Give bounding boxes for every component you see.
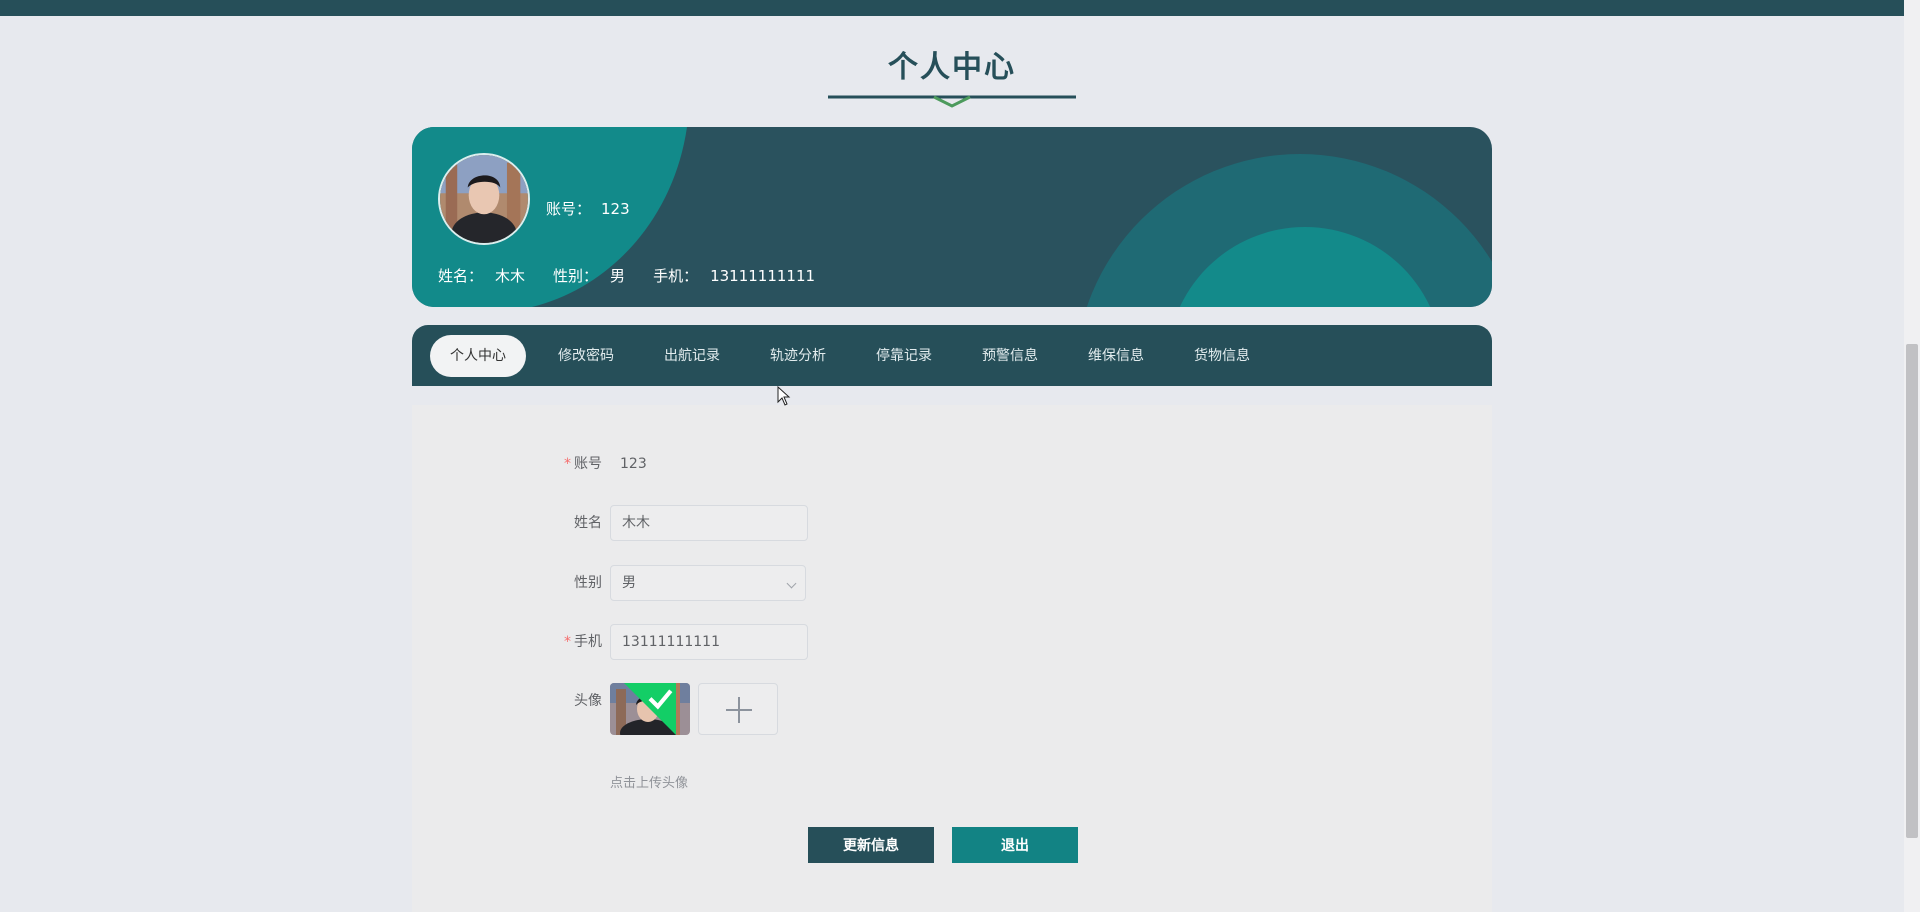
profile-gender: 性别： 男 — [553, 265, 625, 286]
tab-cargo-info[interactable]: 货物信息 — [1176, 335, 1268, 377]
profile-form-panel: *账号 123 姓名 木木 性别 男 *手机 13111111111 头像 — [412, 405, 1492, 912]
update-info-button[interactable]: 更新信息 — [808, 827, 934, 863]
form-row-name: 姓名 木木 — [412, 505, 1492, 541]
account-value: 123 — [620, 456, 647, 472]
profile-account-label: 账号： — [546, 200, 592, 218]
tab-personal-center[interactable]: 个人中心 — [430, 334, 526, 377]
profile-name-value: 木木 — [495, 267, 526, 285]
profile-phone-label: 手机： — [653, 267, 699, 285]
profile-account: 账号： 123 — [546, 198, 630, 219]
profile-gender-value: 男 — [610, 267, 626, 285]
tab-docking-records[interactable]: 停靠记录 — [858, 335, 950, 377]
check-icon — [624, 683, 676, 735]
tab-voyage-records[interactable]: 出航记录 — [646, 335, 738, 377]
logout-button[interactable]: 退出 — [952, 827, 1078, 863]
profile-card: 账号： 123 姓名： 木木 性别： 男 手机： 13111111111 — [412, 127, 1492, 307]
page-title: 个人中心 — [888, 50, 1016, 85]
avatar-thumbnail[interactable] — [610, 683, 690, 735]
gender-select[interactable]: 男 — [610, 565, 806, 601]
tab-warning-info[interactable]: 预警信息 — [964, 335, 1056, 377]
mouse-cursor-icon — [777, 386, 791, 406]
title-underline — [828, 95, 1076, 108]
profile-account-value: 123 — [601, 200, 630, 218]
phone-input[interactable]: 13111111111 — [610, 624, 808, 660]
tab-change-password[interactable]: 修改密码 — [540, 335, 632, 377]
name-input[interactable]: 木木 — [610, 505, 808, 541]
account-label: * 账号 — [564, 456, 602, 472]
profile-avatar — [438, 153, 530, 245]
form-row-gender: 性别 男 — [412, 565, 1492, 601]
form-row-avatar: 头像 — [412, 683, 1492, 737]
tab-track-analysis[interactable]: 轨迹分析 — [752, 335, 844, 377]
name-label: 姓名 — [574, 515, 602, 531]
scrollbar-thumb[interactable] — [1906, 344, 1918, 838]
phone-label: * 手机 — [564, 634, 602, 650]
avatar-label: 头像 — [574, 693, 602, 709]
tab-maintenance-info[interactable]: 维保信息 — [1070, 335, 1162, 377]
profile-phone-value: 13111111111 — [710, 267, 816, 285]
top-bar — [0, 0, 1920, 16]
profile-name: 姓名： 木木 — [438, 265, 525, 286]
avatar-upload-hint: 点击上传头像 — [610, 776, 689, 791]
profile-phone: 手机： 13111111111 — [653, 265, 815, 286]
profile-name-label: 姓名： — [438, 267, 484, 285]
chevron-down-icon — [786, 578, 797, 589]
tab-bar: 个人中心 修改密码 出航记录 轨迹分析 停靠记录 预警信息 维保信息 货物信息 — [412, 325, 1492, 386]
profile-gender-label: 性别： — [553, 267, 599, 285]
form-row-account: * 账号 123 — [412, 446, 1492, 482]
gender-select-value: 男 — [622, 575, 636, 591]
required-mark: * — [564, 456, 571, 472]
required-mark: * — [564, 634, 571, 650]
form-row-phone: * 手机 13111111111 — [412, 624, 1492, 660]
gender-label: 性别 — [574, 575, 602, 591]
avatar-upload-button[interactable] — [698, 683, 778, 735]
profile-info: 姓名： 木木 性别： 男 手机： 13111111111 — [438, 265, 843, 286]
